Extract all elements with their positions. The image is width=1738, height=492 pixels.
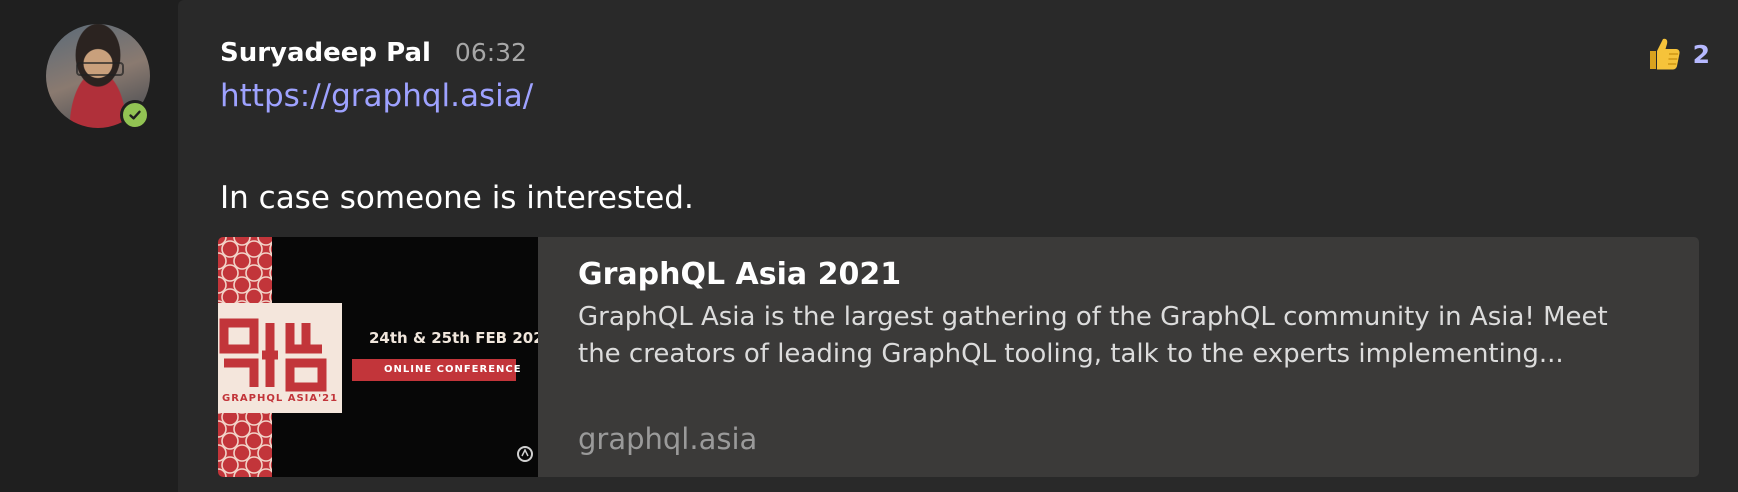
chat-message[interactable]: Suryadeep Pal 06:32 2 https://graphql.as… bbox=[178, 0, 1738, 492]
preview-description: GraphQL Asia is the largest gathering of… bbox=[578, 302, 1608, 369]
preview-domain: graphql.asia bbox=[578, 422, 758, 456]
message-text: In case someone is interested. bbox=[220, 180, 694, 216]
banner-logo-subtitle: GRAPHQL ASIA'21 bbox=[222, 393, 339, 404]
presence-available-icon bbox=[120, 100, 150, 130]
link-preview-card[interactable]: 24th & 25th FEB 2021 ONLINE CONFERENCE G… bbox=[218, 237, 1699, 477]
graphql-asia-banner-image bbox=[218, 237, 533, 477]
like-reaction[interactable]: 2 bbox=[1643, 34, 1710, 74]
thumbs-up-icon bbox=[1649, 38, 1680, 70]
preview-image[interactable]: 24th & 25th FEB 2021 ONLINE CONFERENCE G… bbox=[218, 237, 538, 477]
avatar-glasses bbox=[76, 62, 124, 76]
banner-tag: ONLINE CONFERENCE bbox=[384, 364, 522, 375]
message-link[interactable]: https://graphql.asia/ bbox=[220, 78, 533, 114]
banner-date: 24th & 25th FEB 2021 bbox=[369, 329, 538, 347]
author-name[interactable]: Suryadeep Pal bbox=[220, 38, 431, 68]
message-header: Suryadeep Pal 06:32 bbox=[220, 38, 527, 68]
reaction-count: 2 bbox=[1692, 39, 1710, 69]
message-timestamp: 06:32 bbox=[454, 38, 527, 67]
preview-title[interactable]: GraphQL Asia 2021 bbox=[578, 257, 901, 292]
